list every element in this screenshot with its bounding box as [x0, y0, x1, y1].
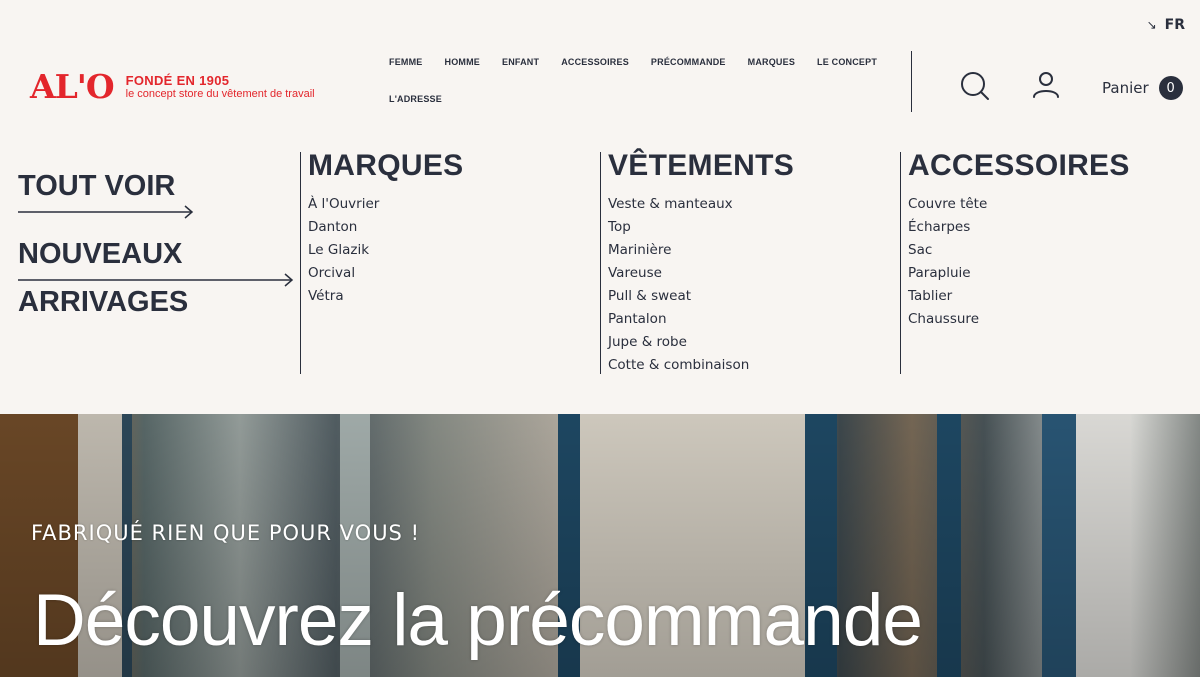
cart-count-badge: 0 — [1158, 76, 1183, 100]
site-logo[interactable]: AL'O FONDÉ EN 1905 le concept store du v… — [30, 70, 315, 103]
menu-link[interactable]: Jupe & robe — [608, 331, 890, 354]
menu-link[interactable]: Parapluie — [908, 262, 1190, 285]
menu-link[interactable]: Orcival — [308, 262, 590, 285]
language-switcher[interactable]: ↘ FR — [1147, 17, 1185, 33]
menu-column-accessoires: ACCESSOIRES Couvre tête Écharpes Sac Par… — [900, 151, 1190, 374]
hero-title[interactable]: Découvrez la précommande — [33, 579, 923, 662]
column-title-accessoires[interactable]: ACCESSOIRES — [908, 151, 1190, 181]
menu-link[interactable]: Vareuse — [608, 262, 890, 285]
language-code[interactable]: FR — [1165, 17, 1185, 33]
menu-column-marques: MARQUES À l'Ouvrier Danton Le Glazik Orc… — [300, 151, 590, 374]
nav-item-enfant[interactable]: ENFANT — [491, 55, 550, 70]
cart-button[interactable]: Panier 0 — [1102, 76, 1183, 100]
main-navigation: FEMME HOMME ENFANT ACCESSOIRES PRÉCOMMAN… — [378, 55, 898, 107]
menu-link[interactable]: À l'Ouvrier — [308, 193, 590, 216]
menu-link[interactable]: Vétra — [308, 285, 590, 308]
logo-tagline: FONDÉ EN 1905 le concept store du vêteme… — [126, 73, 315, 100]
menu-link[interactable]: Le Glazik — [308, 239, 590, 262]
menu-link[interactable]: Couvre tête — [908, 193, 1190, 216]
menu-link[interactable]: Pantalon — [608, 308, 890, 331]
menu-link[interactable]: Tablier — [908, 285, 1190, 308]
new-arrivals-link-line1[interactable]: NOUVEAUX — [18, 240, 182, 269]
arrow-down-right-icon: ↘ — [1146, 18, 1157, 32]
menu-link[interactable]: Marinière — [608, 239, 890, 262]
hero-subtitle: FABRIQUÉ RIEN QUE POUR VOUS ! — [31, 521, 420, 545]
logo-tagline-sub: le concept store du vêtement de travail — [125, 88, 315, 100]
column-title-marques[interactable]: MARQUES — [308, 151, 590, 181]
menu-link[interactable]: Cotte & combinaison — [608, 354, 890, 377]
menu-link[interactable]: Sac — [908, 239, 1190, 262]
nav-item-le-concept[interactable]: LE CONCEPT — [806, 55, 888, 70]
menu-link[interactable]: Veste & manteaux — [608, 193, 890, 216]
nav-item-marques[interactable]: MARQUES — [737, 55, 806, 70]
nav-item-femme[interactable]: FEMME — [378, 55, 434, 70]
user-account-icon[interactable] — [1032, 71, 1060, 99]
logo-tagline-title: FONDÉ EN 1905 — [125, 73, 230, 88]
nav-item-accessoires[interactable]: ACCESSOIRES — [550, 55, 640, 70]
new-arrivals-arrow-icon — [18, 273, 294, 287]
logo-mark: AL'O — [30, 67, 115, 106]
menu-column-vetements: VÊTEMENTS Veste & manteaux Top Marinière… — [600, 151, 890, 377]
menu-link[interactable]: Pull & sweat — [608, 285, 890, 308]
see-all-arrow-icon — [18, 205, 194, 219]
menu-link[interactable]: Écharpes — [908, 216, 1190, 239]
menu-link[interactable]: Top — [608, 216, 890, 239]
hero-banner[interactable]: FABRIQUÉ RIEN QUE POUR VOUS ! Découvrez … — [0, 414, 1200, 677]
new-arrivals-link-line2[interactable]: ARRIVAGES — [18, 288, 188, 317]
nav-divider — [911, 51, 912, 112]
nav-item-l-adresse[interactable]: L'ADRESSE — [378, 92, 453, 107]
nav-item-precommande[interactable]: PRÉCOMMANDE — [640, 55, 737, 70]
see-all-link[interactable]: TOUT VOIR — [18, 172, 175, 201]
search-icon[interactable] — [960, 71, 990, 101]
menu-link[interactable]: Chaussure — [908, 308, 1190, 331]
column-title-vetements[interactable]: VÊTEMENTS — [608, 151, 890, 181]
menu-link[interactable]: Danton — [308, 216, 590, 239]
nav-item-homme[interactable]: HOMME — [434, 55, 492, 70]
cart-label: Panier — [1102, 79, 1149, 97]
